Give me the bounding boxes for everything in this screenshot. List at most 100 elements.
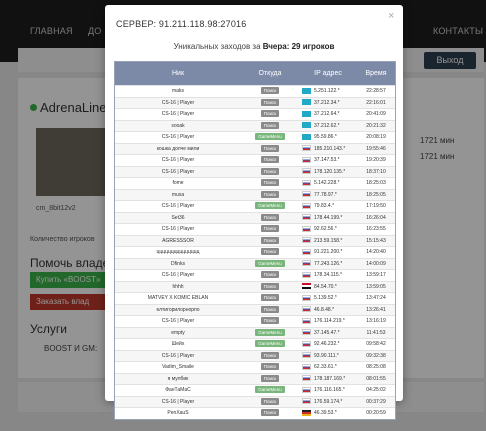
- ip-cell: 92.62.56.*: [299, 224, 357, 235]
- visit-time: 13:59:05: [366, 283, 386, 290]
- subtitle-prefix: Уникальных заходов за: [173, 42, 261, 51]
- ip-address: 5.139.52.*: [314, 295, 337, 301]
- ip-cell: 176.114.219.*: [299, 316, 357, 327]
- source-badge: Поиск: [260, 409, 280, 417]
- visit-time: 18:25:05: [366, 191, 386, 198]
- source-cell: Поиск: [241, 351, 299, 362]
- ip-address: 95.59.86.*: [314, 134, 337, 140]
- ip-cell: 92.46.232.*: [299, 339, 357, 350]
- player-nick: елтигорилорнорпо: [156, 306, 200, 313]
- table-row: CS-16 | Player Поиск 37.212.34.* 22:16:01: [115, 96, 395, 109]
- source-cell: Поиск: [241, 121, 299, 132]
- source-badge: Поиск: [260, 87, 280, 95]
- ip-cell: 5.251.122.*: [299, 86, 357, 97]
- visit-time: 13:16:19: [366, 318, 386, 324]
- source-cell: Поиск: [241, 316, 299, 327]
- table-row: MATVEY X KOMIC EBLAN Поиск 5.139.52.* 13:47…: [115, 292, 395, 304]
- table-row: CS-16 | Player Поиск 93.90.111.* 09:32:38: [115, 349, 395, 362]
- country-flag-icon: [302, 156, 311, 163]
- ip-address: 5.251.122.*: [314, 88, 340, 94]
- column-time: Время: [365, 70, 387, 77]
- table-row: sooak Поиск 37.212.62.* 20:21:32: [115, 119, 395, 132]
- table-row: CS-16 | Player Поиск 37.147.53.* 19:20:39: [115, 154, 395, 166]
- ip-address: 37.145.47.*: [314, 329, 340, 336]
- close-icon[interactable]: ×: [388, 10, 394, 22]
- visit-time: 14:00:09: [366, 260, 386, 267]
- player-nick: CS-16 | Player: [161, 398, 195, 405]
- source-cell: GameMenu: [241, 132, 299, 143]
- table-row: CS-16 | Player GameMenu 79.83.4.* 17:19:50: [115, 200, 395, 212]
- ip-cell: 37.212.62.*: [299, 121, 357, 132]
- ip-address: 185.210.143.*: [314, 145, 346, 152]
- ip-address: 91.221.200.*: [314, 249, 343, 255]
- player-nick: CS-16 | Player: [161, 352, 195, 359]
- table-row: ццццццццццццццц Поиск 91.221.200.* 14:20:40: [115, 246, 395, 258]
- column-nick: Ник: [171, 70, 185, 77]
- table-row: CS-16 | Player Поиск 92.62.56.* 16:23:55: [115, 223, 395, 235]
- source-cell: GameMenu: [241, 385, 299, 396]
- source-badge: Поиск: [260, 374, 280, 382]
- ip-address: 77.78.97.*: [314, 191, 337, 198]
- country-flag-icon: [302, 87, 311, 94]
- source-cell: Поиск: [241, 213, 299, 224]
- country-flag-icon: [302, 271, 311, 278]
- player-nick: sooak: [171, 122, 185, 129]
- ip-cell: 37.147.53.*: [299, 155, 357, 166]
- country-flag-icon: [302, 99, 311, 106]
- country-flag-icon: [302, 386, 311, 393]
- country-flag-icon: [302, 248, 311, 255]
- source-cell: Поиск: [241, 408, 299, 419]
- source-cell: Поиск: [241, 98, 299, 109]
- table-row: Vadim_Smaile Поиск 62.33.61.* 08:25:08: [115, 361, 395, 373]
- source-cell: Поиск: [241, 109, 299, 120]
- source-cell: GameMenu: [241, 328, 299, 339]
- player-nick: Шейх: [171, 341, 185, 347]
- visit-time: 15:15:43: [366, 237, 386, 244]
- source-badge: Поиск: [260, 271, 280, 279]
- ip-cell: 37.212.34.*: [299, 98, 357, 109]
- source-badge: GameMenu: [255, 133, 285, 141]
- source-badge: Поиск: [260, 305, 280, 313]
- table-row: Set36 Поиск 178.44.199.* 16:26:04: [115, 211, 395, 224]
- visit-time: 19:20:39: [366, 157, 386, 163]
- ip-cell: 46.39.53.*: [299, 408, 357, 419]
- player-nick: maks: [172, 88, 184, 94]
- ip-address: 178.120.135.*: [314, 168, 346, 175]
- ip-cell: 5.139.52.*: [299, 293, 357, 304]
- country-flag-icon: [302, 398, 311, 405]
- source-badge: Поиск: [260, 225, 280, 233]
- source-cell: Поиск: [241, 270, 299, 281]
- table-row: hhhh Поиск 84.54.70.* 13:59:05: [115, 280, 395, 292]
- visit-time: 16:23:55: [366, 226, 386, 232]
- country-flag-icon: [302, 122, 311, 129]
- ip-cell: 178.187.169.*: [299, 374, 357, 385]
- ip-address: 178.187.169.*: [314, 375, 346, 382]
- player-nick: hhhh: [172, 283, 184, 290]
- source-badge: Поиск: [260, 317, 280, 325]
- ip-cell: 77.243.126.*: [299, 259, 357, 270]
- country-flag-icon: [302, 202, 311, 209]
- ip-address: 62.33.61.*: [314, 364, 337, 370]
- player-nick: Vadim_Smaile: [162, 364, 194, 370]
- country-flag-icon: [302, 352, 311, 359]
- table-row: CS-16 | Player Поиск 178.34.115.* 13:59:17: [115, 269, 395, 281]
- table-row: CS-16 | Player GameMenu 95.59.86.* 20:08:19: [115, 131, 395, 143]
- ip-cell: 77.78.97.*: [299, 190, 357, 201]
- source-badge: Поиск: [260, 144, 280, 152]
- visit-time: 20:21:32: [366, 122, 386, 129]
- source-badge: GameMenu: [255, 386, 285, 394]
- visit-time: 22:28:57: [366, 88, 386, 94]
- player-nick: muxa: [171, 191, 185, 198]
- ip-address: 37.147.53.*: [314, 157, 340, 163]
- visit-time: 13:59:17: [366, 272, 386, 278]
- country-flag-icon: [302, 294, 311, 301]
- ip-cell: 5.142.228.*: [299, 178, 357, 189]
- table-row: ФанТаМаС GameMenu 176.116.165.* 04:25:02: [115, 384, 395, 396]
- source-badge: Поиск: [260, 282, 280, 290]
- source-cell: GameMenu: [241, 201, 299, 212]
- table-row: кошка долче мили Поиск 185.210.143.* 19:55:…: [115, 142, 395, 154]
- ip-cell: 178.34.115.*: [299, 270, 357, 281]
- ip-cell: 178.120.135.*: [299, 167, 357, 178]
- ip-address: 84.54.70.*: [314, 283, 337, 290]
- country-flag-icon: [302, 317, 311, 324]
